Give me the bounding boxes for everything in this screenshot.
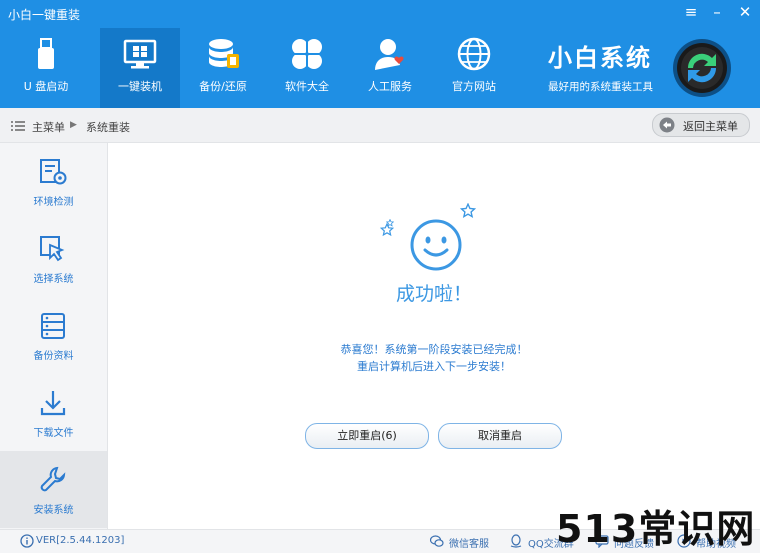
brand: 小白系统 最好用的系统重装工具 xyxy=(548,38,653,94)
wechat-icon xyxy=(430,535,444,547)
restart-now-button[interactable]: 立即重启(6) xyxy=(305,423,429,449)
select-cursor-icon xyxy=(40,236,65,262)
menu-icon[interactable]: ≡ xyxy=(680,3,702,21)
sidebar: 环境检测 选择系统 备份资料 下载文件 安装系统 xyxy=(0,143,108,529)
sidebar-item-install-system[interactable]: 安装系统 xyxy=(0,451,107,528)
success-title: 成功啦！ xyxy=(395,283,472,305)
nav-software[interactable]: 软件大全 xyxy=(267,28,347,108)
success-message-line2: 重启计算机后进入下一步安装！ xyxy=(357,360,511,373)
usb-drive-icon xyxy=(38,38,54,69)
brand-slogan: 最好用的系统重装工具 xyxy=(548,81,653,93)
main-content: 成功啦！ 恭喜您！系统第一阶段安装已经完成！ 重启计算机后进入下一步安装！ 立即… xyxy=(108,143,760,529)
smiley-face-icon xyxy=(410,219,462,271)
wechat-service-link[interactable]: 微信客服 xyxy=(449,535,489,550)
nav-label: U 盘启动 xyxy=(23,80,69,93)
back-button-label: 返回主菜单 xyxy=(683,120,738,133)
breadcrumb-separator: ▶ xyxy=(70,120,77,130)
download-icon xyxy=(40,391,66,416)
nav-label: 软件大全 xyxy=(285,80,329,93)
sidebar-label: 备份资料 xyxy=(33,351,74,362)
nav-official-site[interactable]: 官方网站 xyxy=(434,28,514,108)
title-bar: 小白一键重装 ≡ – ✕ xyxy=(0,0,760,28)
nav-label: 备份/还原 xyxy=(199,80,247,93)
list-menu-icon xyxy=(11,121,25,131)
support-person-icon xyxy=(375,39,404,70)
watermark-text: 513常识网 xyxy=(556,507,756,551)
backup-data-icon xyxy=(41,313,65,339)
qq-icon xyxy=(510,534,522,548)
wrench-icon xyxy=(40,466,66,492)
sidebar-label: 环境检测 xyxy=(33,197,74,208)
nav-label: 官方网站 xyxy=(452,80,496,93)
nav-label: 一键装机 xyxy=(118,80,162,93)
breadcrumb-current: 系统重装 xyxy=(86,121,130,134)
monitor-windows-icon xyxy=(123,39,157,69)
star-icon xyxy=(386,219,394,227)
sidebar-item-download-files[interactable]: 下载文件 xyxy=(0,374,107,451)
brand-name: 小白系统 xyxy=(548,44,652,72)
minimize-button[interactable]: – xyxy=(706,3,728,21)
back-arrow-icon xyxy=(659,117,675,133)
sidebar-label: 安装系统 xyxy=(33,505,74,516)
clover-apps-icon xyxy=(292,39,322,69)
close-button[interactable]: ✕ xyxy=(734,3,756,21)
app-title: 小白一键重装 xyxy=(8,8,81,22)
sidebar-item-select-system[interactable]: 选择系统 xyxy=(0,220,107,297)
sidebar-label: 下载文件 xyxy=(33,428,74,439)
globe-icon xyxy=(457,37,491,71)
nav-usb-boot[interactable]: U 盘启动 xyxy=(6,28,86,108)
brand-logo-icon xyxy=(673,39,731,97)
nav-human-service[interactable]: 人工服务 xyxy=(350,28,430,108)
sidebar-item-environment-check[interactable]: 环境检测 xyxy=(0,143,107,220)
sidebar-label: 选择系统 xyxy=(33,274,74,285)
nav-backup-restore[interactable]: 备份/还原 xyxy=(183,28,263,108)
sidebar-item-backup-data[interactable]: 备份资料 xyxy=(0,297,107,374)
version-label: VER[2.5.44.1203] xyxy=(36,535,125,546)
nav-label: 人工服务 xyxy=(368,80,412,93)
cancel-restart-button[interactable]: 取消重启 xyxy=(438,423,562,449)
info-icon xyxy=(20,534,34,548)
back-to-main-menu-button[interactable]: 返回主菜单 xyxy=(652,113,750,137)
breadcrumb-root[interactable]: 主菜单 xyxy=(32,119,65,135)
environment-check-icon xyxy=(40,159,67,185)
database-backup-icon xyxy=(209,39,239,68)
success-message-line1: 恭喜您！系统第一阶段安装已经完成！ xyxy=(340,343,528,356)
nav-one-click-install[interactable]: 一键装机 xyxy=(100,28,180,108)
